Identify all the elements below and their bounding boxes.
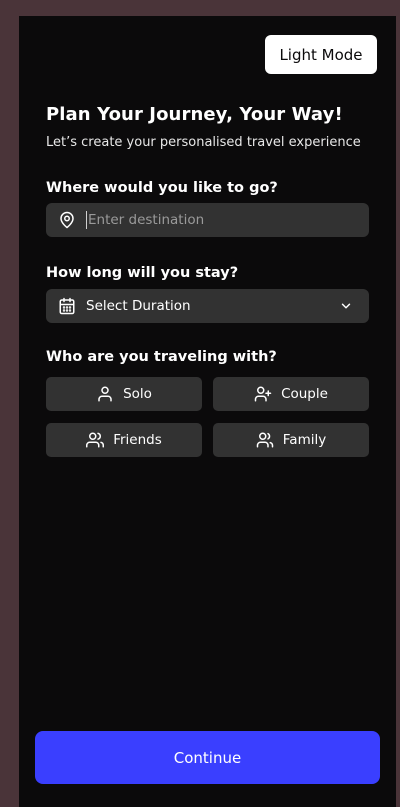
user-icon xyxy=(96,385,114,403)
option-couple[interactable]: Couple xyxy=(213,377,369,411)
option-solo[interactable]: Solo xyxy=(46,377,202,411)
users-icon xyxy=(86,431,105,449)
page-subtitle: Let’s create your personalised travel ex… xyxy=(46,135,361,150)
map-pin-icon xyxy=(58,211,76,229)
option-couple-label: Couple xyxy=(281,386,328,402)
trip-planner-panel: Light Mode Plan Your Journey, Your Way! … xyxy=(19,16,396,807)
user-plus-icon xyxy=(254,385,272,403)
option-family[interactable]: Family xyxy=(213,423,369,457)
destination-question: Where would you like to go? xyxy=(46,180,278,196)
destination-field[interactable] xyxy=(46,203,369,237)
chevron-down-icon[interactable] xyxy=(339,297,357,315)
destination-input[interactable] xyxy=(86,211,357,229)
duration-selected-value: Select Duration xyxy=(86,298,191,314)
companions-question: Who are you traveling with? xyxy=(46,349,277,365)
option-friends[interactable]: Friends xyxy=(46,423,202,457)
option-solo-label: Solo xyxy=(123,386,152,402)
duration-select[interactable]: Select Duration xyxy=(46,289,369,323)
option-friends-label: Friends xyxy=(113,432,162,448)
page-title: Plan Your Journey, Your Way! xyxy=(46,104,343,125)
light-mode-button[interactable]: Light Mode xyxy=(265,35,377,74)
duration-question: How long will you stay? xyxy=(46,265,239,281)
calendar-icon xyxy=(58,297,76,315)
option-family-label: Family xyxy=(282,432,327,448)
family-icon xyxy=(256,431,274,449)
continue-button[interactable]: Continue xyxy=(35,731,380,784)
